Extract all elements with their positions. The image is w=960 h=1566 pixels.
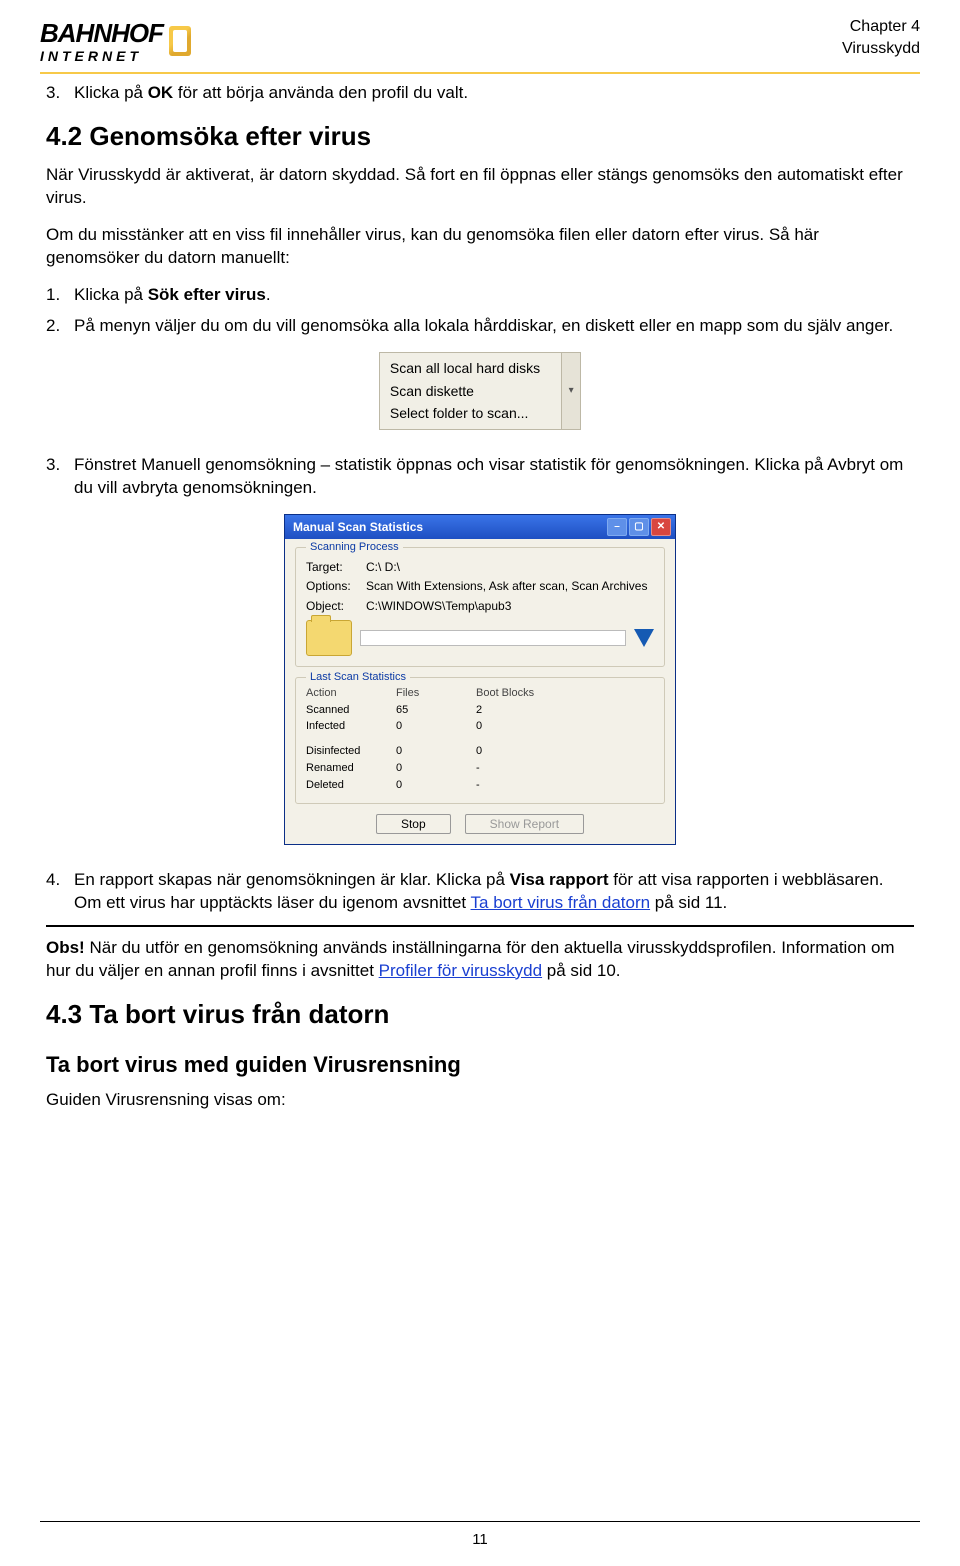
step4-pre: En rapport skapas när genomsökningen är …: [74, 870, 510, 889]
stats-boot: 0: [476, 744, 566, 759]
list-number: 3.: [46, 454, 74, 477]
step2-text: På menyn väljer du om du vill genomsöka …: [74, 315, 914, 338]
stats-files: 0: [396, 778, 476, 793]
stats-boot: -: [476, 761, 566, 776]
step4-text: En rapport skapas när genomsökningen är …: [74, 869, 914, 915]
scanning-process-group: Scanning Process Target:C:\ D:\ Options:…: [295, 547, 665, 667]
options-label: Options:: [306, 578, 366, 594]
close-button[interactable]: ✕: [651, 518, 671, 536]
logo-icon: [169, 26, 191, 56]
step3-bold: OK: [148, 83, 174, 102]
progress-bar: [360, 630, 626, 646]
group-legend: Scanning Process: [306, 540, 403, 555]
minimize-button[interactable]: –: [607, 518, 627, 536]
object-value: C:\WINDOWS\Temp\apub3: [366, 598, 654, 614]
stats-action: Infected: [306, 719, 396, 734]
heading-4-3: 4.3 Ta bort virus från datorn: [46, 997, 914, 1032]
stats-header-files: Files: [396, 686, 476, 701]
stats-boot: -: [476, 778, 566, 793]
scan-menu-figure: Scan all local hard disks Scan diskette …: [379, 352, 581, 431]
stats-files: 0: [396, 719, 476, 734]
stats-boot: 0: [476, 719, 566, 734]
step1-text: Klicka på Sök efter virus.: [74, 284, 914, 307]
profiles-link[interactable]: Profiler för virusskydd: [379, 961, 542, 980]
step4-post: på sid 11.: [650, 893, 727, 912]
target-value: C:\ D:\: [366, 559, 654, 575]
paragraph-42b: Om du misstänker att en viss fil innehål…: [46, 224, 914, 270]
stats-action: Disinfected: [306, 744, 396, 759]
stats-files: 0: [396, 744, 476, 759]
stats-boot: 2: [476, 703, 566, 718]
show-report-button[interactable]: Show Report: [465, 814, 584, 834]
scan-menu-option[interactable]: Scan diskette: [388, 380, 568, 403]
folder-icon: [306, 620, 352, 656]
logo: BAHNHOF INTERNET: [40, 16, 191, 66]
last-scan-stats-group: Last Scan Statistics Action Files Boot B…: [295, 677, 665, 804]
chapter-label: Chapter 4: [842, 16, 920, 38]
logo-main-text: BAHNHOF: [40, 16, 163, 51]
manual-scan-window: Manual Scan Statistics – ▢ ✕ Scanning Pr…: [284, 514, 676, 845]
scan-menu-option[interactable]: Scan all local hard disks: [388, 357, 568, 380]
subheading-4-3: Ta bort virus med guiden Virusrensning: [46, 1050, 914, 1080]
list-number: 2.: [46, 315, 74, 338]
download-arrow-icon: [634, 629, 654, 647]
stats-files: 65: [396, 703, 476, 718]
step1-post: .: [266, 285, 271, 304]
step3-pre: Klicka på: [74, 83, 148, 102]
obs-paragraph: Obs! När du utför en genomsökning använd…: [46, 937, 914, 983]
heading-4-2: 4.2 Genomsöka efter virus: [46, 119, 914, 154]
section-divider: [46, 925, 914, 927]
stats-header-boot: Boot Blocks: [476, 686, 566, 701]
stats-action: Scanned: [306, 703, 396, 718]
step1-pre: Klicka på: [74, 285, 148, 304]
list-number: 1.: [46, 284, 74, 307]
stats-header-action: Action: [306, 686, 396, 701]
step3-text: Klicka på OK för att börja använda den p…: [74, 82, 914, 105]
header-divider: [40, 72, 920, 74]
obs-label: Obs!: [46, 938, 85, 957]
paragraph-42a: När Virusskydd är aktiverat, är datorn s…: [46, 164, 914, 210]
stats-action: Deleted: [306, 778, 396, 793]
step3b-text: Fönstret Manuell genomsökning – statisti…: [74, 454, 914, 500]
obs-post: på sid 10.: [542, 961, 620, 980]
stats-files: 0: [396, 761, 476, 776]
section-label: Virusskydd: [842, 38, 920, 60]
step1-bold: Sök efter virus: [148, 285, 266, 304]
options-value: Scan With Extensions, Ask after scan, Sc…: [366, 578, 654, 594]
stop-button[interactable]: Stop: [376, 814, 451, 834]
step3-post: för att börja använda den profil du valt…: [173, 83, 468, 102]
target-label: Target:: [306, 559, 366, 575]
group-legend: Last Scan Statistics: [306, 670, 410, 685]
window-title: Manual Scan Statistics: [293, 519, 423, 535]
page-number: 11: [40, 1521, 920, 1550]
list-number: 4.: [46, 869, 74, 892]
scan-menu-dropdown-arrow-icon[interactable]: ▾: [561, 353, 580, 430]
maximize-button[interactable]: ▢: [629, 518, 649, 536]
paragraph-43: Guiden Virusrensning visas om:: [46, 1089, 914, 1112]
window-titlebar: Manual Scan Statistics – ▢ ✕: [285, 515, 675, 539]
list-number: 3.: [46, 82, 74, 105]
step4-bold: Visa rapport: [510, 870, 609, 889]
stats-action: Renamed: [306, 761, 396, 776]
object-label: Object:: [306, 598, 366, 614]
remove-virus-link[interactable]: Ta bort virus från datorn: [471, 893, 651, 912]
scan-menu-option[interactable]: Select folder to scan...: [388, 402, 568, 425]
